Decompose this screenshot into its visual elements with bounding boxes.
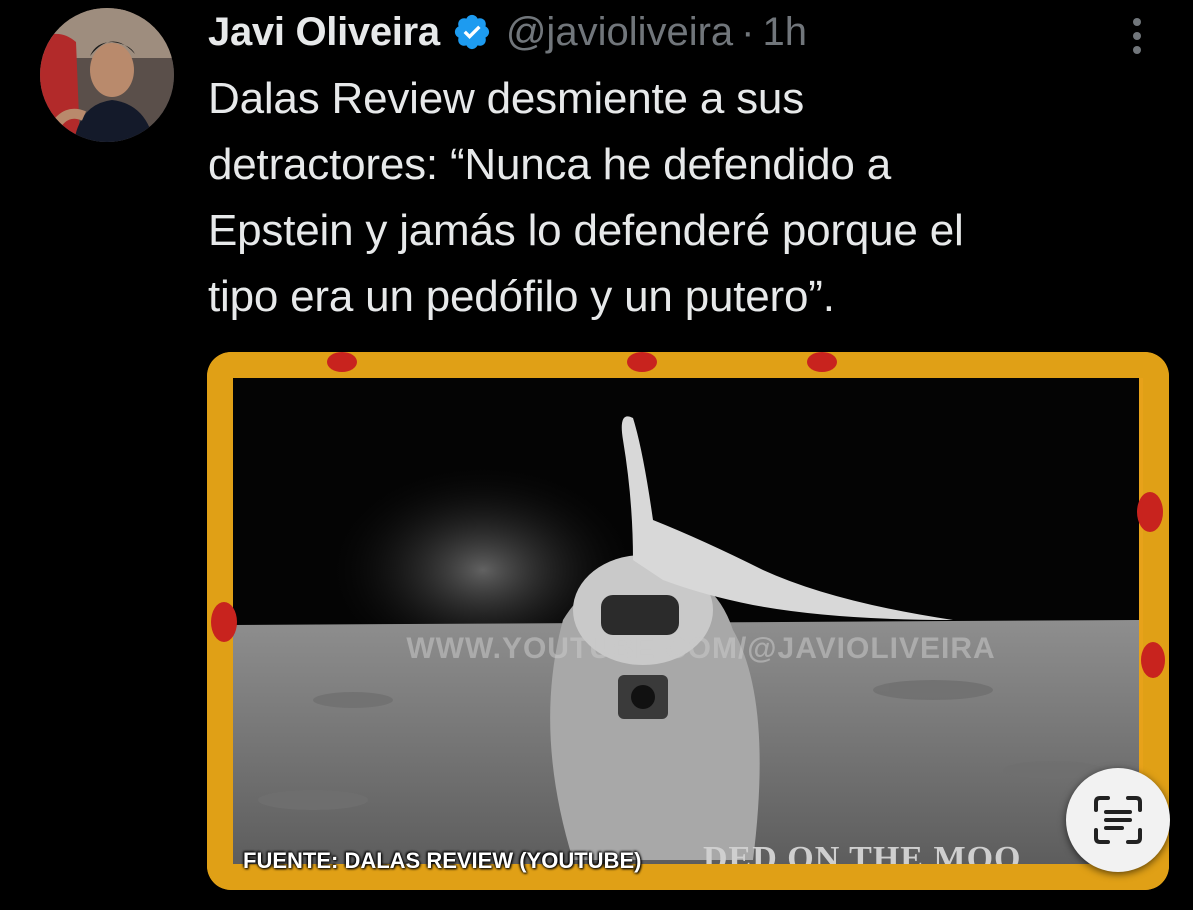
pepper-decoration	[1141, 642, 1165, 678]
media-source-label: FUENTE: DALAS REVIEW (YOUTUBE)	[243, 848, 642, 873]
tweet-header: Javi Oliveira @javioliveira · 1h	[208, 4, 807, 60]
pepper-decoration	[627, 352, 657, 372]
author-handle[interactable]: @javioliveira	[506, 10, 733, 55]
tweet[interactable]: Javi Oliveira @javioliveira · 1h Dalas R…	[0, 0, 1193, 910]
moon-scene-image	[233, 370, 1139, 870]
video-frame: WWW.YOUTUBE.COM/@JAVIOLIVEIRA DED ON THE…	[233, 370, 1139, 870]
pepper-decoration	[211, 602, 237, 642]
video-watermark: WWW.YOUTUBE.COM/@JAVIOLIVEIRA	[406, 632, 996, 665]
pepper-decoration	[807, 352, 837, 372]
avatar-image	[40, 8, 174, 142]
tweet-media[interactable]: WWW.YOUTUBE.COM/@JAVIOLIVEIRA DED ON THE…	[207, 352, 1169, 890]
tweet-text: Dalas Review desmiente a sus detractores…	[208, 74, 964, 321]
pepper-decoration	[327, 352, 357, 372]
separator-dot: ·	[741, 9, 755, 54]
verified-badge-icon	[452, 12, 492, 52]
more-vertical-icon[interactable]	[1124, 14, 1150, 58]
author-name[interactable]: Javi Oliveira	[208, 10, 440, 55]
text-scan-button[interactable]	[1066, 768, 1170, 872]
timestamp[interactable]: 1h	[763, 10, 808, 55]
text-scan-icon	[1094, 796, 1142, 844]
avatar[interactable]	[40, 8, 174, 142]
video-caption: DED ON THE MOO	[703, 840, 1022, 870]
pepper-decoration	[1137, 492, 1163, 532]
